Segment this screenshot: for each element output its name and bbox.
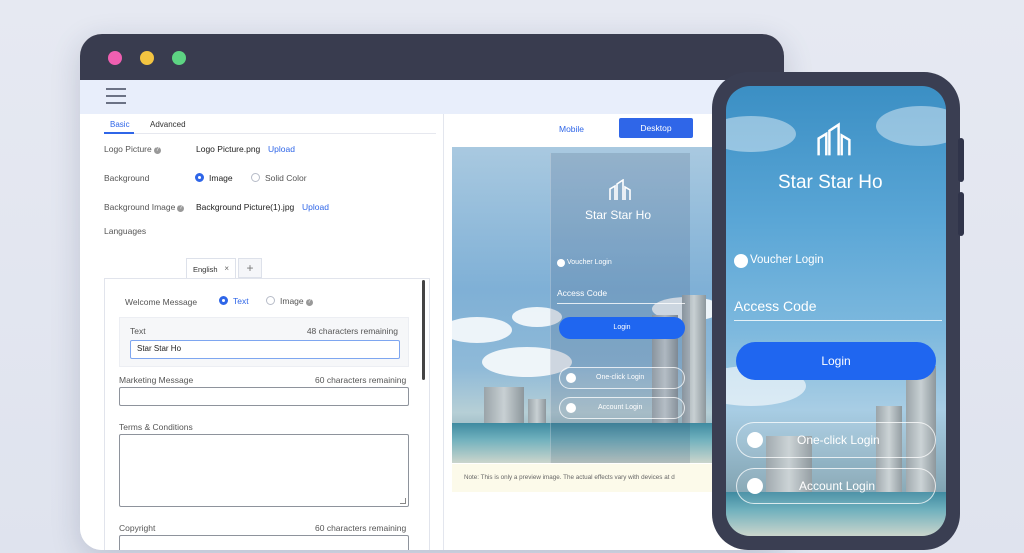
preview-one-click-button[interactable]: One-click Login [559, 367, 685, 389]
logo-file-name: Logo Picture.png [196, 144, 261, 154]
background-solid-option: Solid Color [265, 173, 307, 183]
background-label: Background [104, 173, 150, 183]
phone-brand-title: Star Star Ho [778, 172, 883, 193]
active-tab-indicator [104, 132, 134, 134]
one-click-icon [747, 432, 763, 448]
tab-basic[interactable]: Basic [110, 120, 130, 129]
marketing-remaining-count: 60 characters remaining [315, 375, 407, 385]
phone-access-code: Access Code [734, 298, 817, 314]
settings-panel: Basic Advanced Logo Picture? Logo Pictur… [80, 114, 444, 550]
laptop-window: Basic Advanced Logo Picture? Logo Pictur… [80, 34, 784, 550]
help-icon[interactable]: ? [305, 299, 313, 306]
user-icon [566, 403, 576, 413]
copyright-label: Copyright [119, 523, 156, 533]
copyright-input[interactable] [119, 535, 409, 550]
one-click-icon [566, 373, 576, 383]
voucher-icon [734, 254, 748, 268]
preview-login-button[interactable]: Login [559, 317, 685, 339]
terms-textarea[interactable] [119, 434, 409, 507]
resize-handle-icon[interactable] [400, 498, 406, 504]
help-icon[interactable]: ? [153, 147, 161, 154]
terms-label: Terms & Conditions [119, 422, 193, 432]
marketing-message-input[interactable] [119, 387, 409, 406]
phone-screen: Star Star Ho Voucher Login Access Code L… [726, 86, 946, 536]
phone-side-button [958, 138, 964, 182]
background-image-label: Background Image? [104, 202, 185, 212]
language-tab-english[interactable]: English × [186, 258, 236, 278]
phone-voucher-login[interactable]: Voucher Login [750, 254, 824, 266]
language-content-panel: Welcome Message Text Image? Text 48 char… [104, 278, 430, 550]
cloud-shape [452, 317, 512, 343]
phone-mockup: Star Star Ho Voucher Login Access Code L… [712, 72, 964, 550]
tabs-divider [104, 133, 436, 134]
panel-scrollbar[interactable] [422, 280, 425, 380]
phone-one-click-button[interactable]: One-click Login [736, 422, 936, 458]
text-field-group: Text 48 characters remaining Star Star H… [119, 317, 409, 367]
add-language-button[interactable]: + [238, 258, 262, 278]
logo-picture-label: Logo Picture? [104, 144, 161, 154]
user-icon [747, 478, 763, 494]
building-shape [528, 399, 546, 425]
building-logo-icon [609, 179, 631, 200]
background-image-radio[interactable] [195, 173, 204, 182]
window-titlebar [80, 34, 784, 80]
maximize-window-dot[interactable] [172, 51, 186, 65]
phone-side-button [958, 192, 964, 236]
cloud-shape [876, 106, 946, 146]
phone-login-button[interactable]: Login [736, 342, 936, 380]
access-code-underline [734, 320, 942, 321]
access-code-underline [557, 303, 685, 304]
logo-upload-link[interactable]: Upload [268, 144, 295, 154]
marketing-message-label: Marketing Message [119, 375, 194, 385]
voucher-icon [557, 259, 565, 267]
preview-access-code: Access Code [557, 288, 608, 298]
welcome-image-radio[interactable] [266, 296, 275, 305]
close-window-dot[interactable] [108, 51, 122, 65]
close-icon[interactable]: × [224, 264, 229, 273]
preview-account-login-button[interactable]: Account Login [559, 397, 685, 419]
help-icon[interactable]: ? [177, 205, 185, 212]
welcome-text-radio[interactable] [219, 296, 228, 305]
desktop-preview-image: Star Star Ho Voucher Login Access Code L… [452, 147, 712, 463]
mobile-mode-button[interactable]: Mobile [559, 124, 584, 134]
building-logo-icon [817, 122, 851, 156]
text-label: Text [130, 326, 146, 336]
desktop-mode-button[interactable]: Desktop [619, 118, 693, 138]
preview-brand-title: Star Star Ho [585, 208, 652, 222]
welcome-image-option: Image? [280, 296, 313, 306]
background-upload-link[interactable]: Upload [302, 202, 329, 212]
phone-account-login-button[interactable]: Account Login [736, 468, 936, 504]
text-remaining-count: 48 characters remaining [306, 326, 398, 336]
welcome-message-label: Welcome Message [125, 297, 198, 307]
app-menubar [80, 80, 784, 114]
copyright-remaining-count: 60 characters remaining [315, 523, 407, 533]
welcome-text-input[interactable]: Star Star Ho [130, 340, 400, 359]
building-shape [484, 387, 524, 425]
cloud-shape [726, 116, 796, 152]
background-solid-radio[interactable] [251, 173, 260, 182]
background-image-option: Image [209, 173, 233, 183]
languages-label: Languages [104, 226, 147, 236]
preview-voucher-login[interactable]: Voucher Login [567, 259, 612, 266]
minimize-window-dot[interactable] [140, 51, 154, 65]
welcome-text-option: Text [233, 296, 249, 306]
background-file-name: Background Picture(1).jpg [196, 202, 295, 212]
language-tab-label: English [193, 265, 218, 274]
tab-advanced[interactable]: Advanced [150, 120, 186, 129]
hamburger-menu-icon[interactable] [106, 88, 126, 106]
login-overlay: Star Star Ho Voucher Login Access Code L… [550, 153, 690, 463]
